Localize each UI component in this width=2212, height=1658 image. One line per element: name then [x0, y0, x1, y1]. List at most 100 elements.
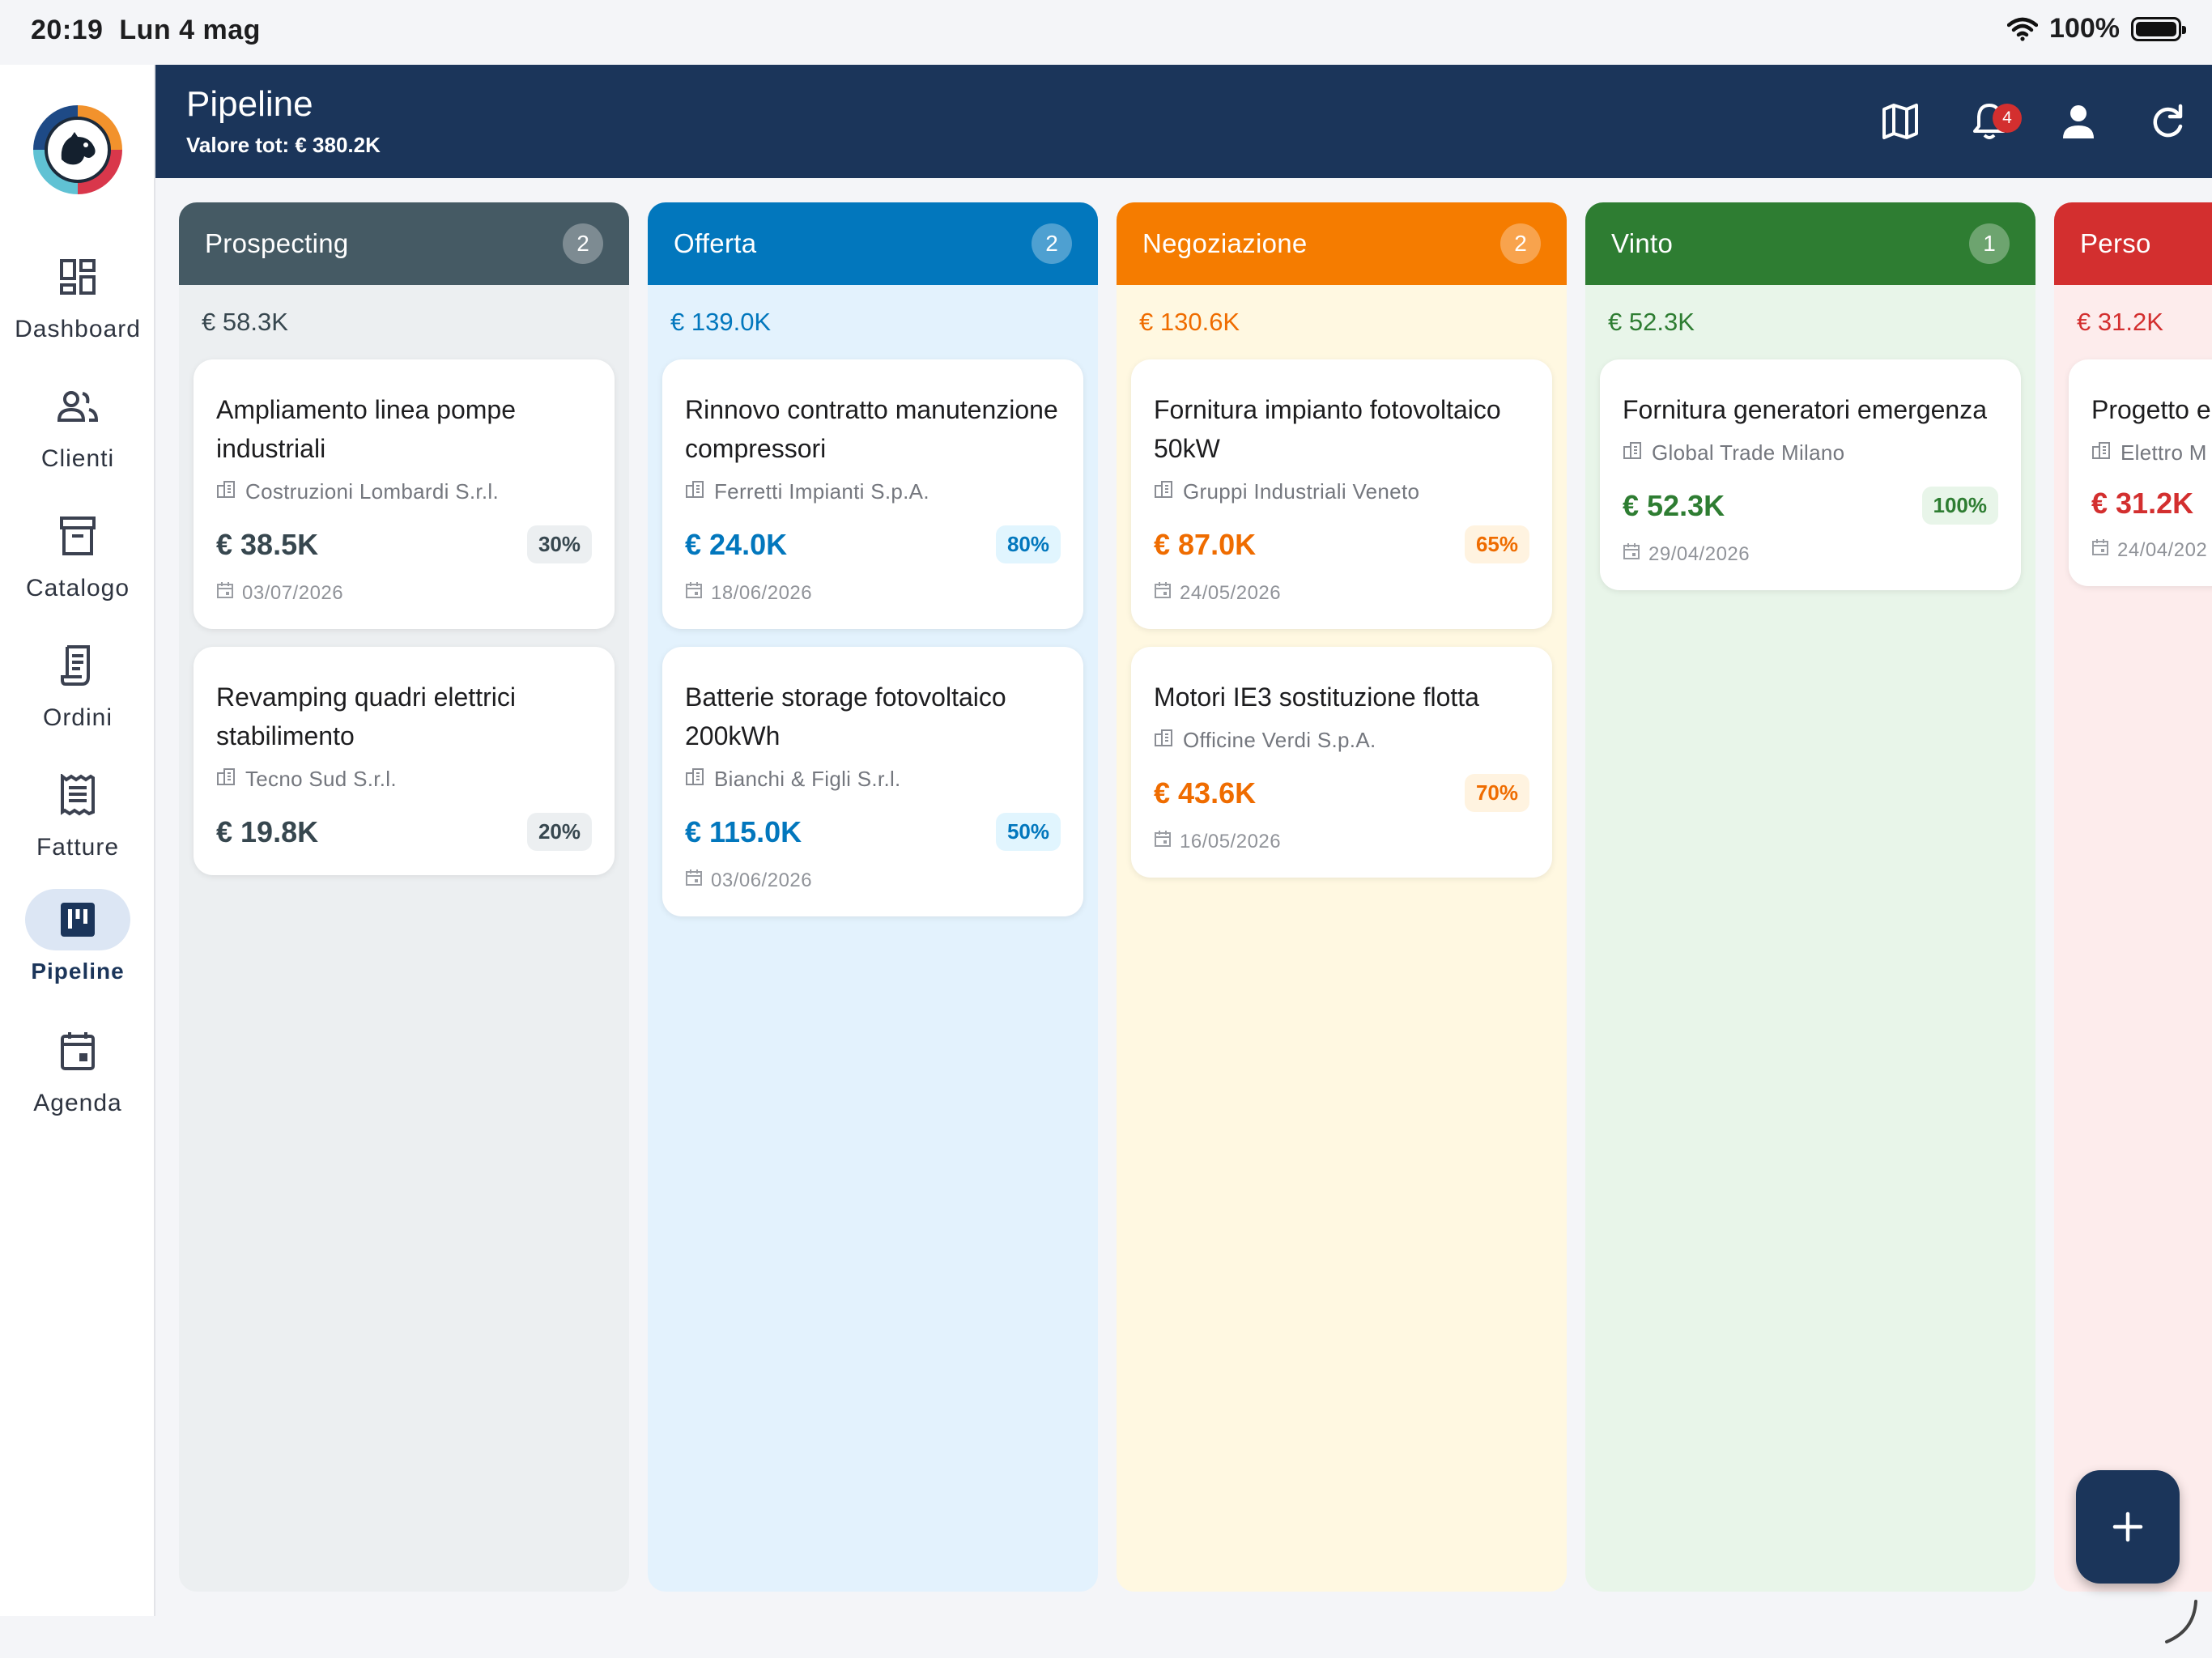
plus-icon [2112, 1511, 2143, 1542]
opportunity-card[interactable]: Rinnovo contratto manutenzione compresso… [662, 359, 1083, 629]
opportunity-card[interactable]: Progetto e magazzino Elettro M € 31.2K 24/0… [2069, 359, 2212, 586]
probability-chip: 50% [995, 813, 1061, 851]
column-vinto: Vinto 1 € 52.3K Fornitura generatori emerge… [1585, 202, 2035, 1592]
card-client: Global Trade Milano [1623, 440, 1998, 466]
card-client: Ferretti Impianti S.p.A. [685, 479, 1061, 504]
card-value-row: € 52.3K 100% [1623, 487, 1998, 525]
card-value: € 31.2K [2091, 487, 2194, 520]
home-indicator-area [0, 1600, 2212, 1658]
building-icon [1154, 728, 1173, 753]
status-time: 20:19 Lun 4 mag [31, 15, 261, 46]
sidebar-item-agenda[interactable]: Agenda [0, 1020, 155, 1133]
receipt-icon [25, 635, 130, 696]
sidebar-item-pipeline[interactable]: Pipeline [0, 889, 155, 1002]
column-header: Negoziazione 2 [1117, 202, 1567, 285]
sidebar-item-fatture[interactable]: Fatture [0, 764, 155, 878]
map-button[interactable] [1856, 77, 1945, 166]
sidebar-item-clienti[interactable]: Clienti [0, 376, 155, 489]
notifications-button[interactable]: 4 [1945, 77, 2034, 166]
calendar-small-icon [216, 581, 234, 605]
card-value-row: € 31.2K [2091, 487, 2212, 521]
opportunity-card[interactable]: Fornitura generatori emergenza Global Tra… [1600, 359, 2021, 590]
refresh-button[interactable] [2123, 77, 2212, 166]
card-date: 16/05/2026 [1154, 830, 1529, 853]
close-date: 18/06/2026 [711, 581, 813, 604]
client-name: Gruppi Industriali Veneto [1183, 479, 1420, 504]
calendar-icon [25, 1020, 130, 1082]
card-value: € 19.8K [216, 814, 319, 848]
column-count-badge: 1 [1969, 223, 2010, 264]
card-date: 18/06/2026 [685, 581, 1061, 605]
pipeline-board: Prospecting 2 € 58.3K Ampliamento linea pom… [155, 178, 2212, 1616]
client-name: Global Trade Milano [1652, 440, 1845, 465]
calendar-small-icon [685, 869, 703, 892]
sidebar-item-label: Fatture [36, 834, 120, 861]
card-client: Tecno Sud S.r.l. [216, 767, 592, 792]
app-bar: Pipeline Valore tot: € 380.2K 4 [155, 65, 2212, 178]
sidebar-item-catalogo[interactable]: Catalogo [0, 505, 155, 619]
building-icon [685, 479, 704, 504]
wifi-icon [2007, 17, 2039, 41]
probability-chip: 70% [1464, 774, 1529, 812]
page-title: Pipeline [186, 84, 313, 124]
card-value-row: € 19.8K 20% [216, 813, 592, 851]
building-icon [2091, 440, 2111, 466]
column-title: Negoziazione [1142, 228, 1308, 258]
column-count-badge: 2 [563, 223, 603, 264]
card-value: € 24.0K [685, 527, 788, 561]
calendar-small-icon [1154, 830, 1172, 853]
column-total: € 58.3K [202, 308, 288, 336]
map-icon [1882, 104, 1918, 139]
card-client: Officine Verdi S.p.A. [1154, 728, 1529, 753]
opportunity-card[interactable]: Motori IE3 sostituzione flotta Officine V… [1131, 647, 1552, 878]
card-value-row: € 87.0K 65% [1154, 525, 1529, 563]
card-value: € 38.5K [216, 527, 319, 561]
kanban-icon [25, 889, 130, 950]
probability-chip: 80% [995, 525, 1061, 563]
client-name: Tecno Sud S.r.l. [245, 767, 397, 791]
card-value-row: € 38.5K 30% [216, 525, 592, 563]
card-title: Progetto e magazzino [2091, 395, 2212, 424]
column-title: Perso [2080, 228, 2151, 258]
card-title: Ampliamento linea pompe industriali [216, 395, 516, 463]
column-total: € 31.2K [2077, 308, 2163, 336]
close-date: 24/05/2026 [1180, 581, 1282, 604]
opportunity-card[interactable]: Batterie storage fotovoltaico 200kWh Bian… [662, 647, 1083, 916]
add-opportunity-button[interactable] [2076, 1470, 2180, 1584]
card-date: 03/06/2026 [685, 869, 1061, 892]
people-icon [25, 376, 130, 437]
opportunity-card[interactable]: Revamping quadri elettrici stabilimento T… [194, 647, 615, 875]
column-total: € 139.0K [670, 308, 772, 336]
card-client: Gruppi Industriali Veneto [1154, 479, 1529, 504]
probability-chip: 100% [1921, 487, 1998, 525]
resize-handle-icon [2165, 1600, 2197, 1643]
client-name: Officine Verdi S.p.A. [1183, 728, 1376, 752]
opportunity-card[interactable]: Ampliamento linea pompe industriali Costr… [194, 359, 615, 629]
sidebar-item-ordini[interactable]: Ordini [0, 635, 155, 748]
opportunity-card[interactable]: Fornitura impianto fotovoltaico 50kW Grup… [1131, 359, 1552, 629]
calendar-small-icon [685, 581, 703, 605]
sidebar-item-dashboard[interactable]: Dashboard [0, 246, 155, 359]
card-value: € 87.0K [1154, 527, 1257, 561]
card-date: 03/07/2026 [216, 581, 592, 605]
status-date: Lun 4 mag [119, 15, 261, 45]
account-button[interactable] [2034, 77, 2123, 166]
card-list: Progetto e magazzino Elettro M € 31.2K 24/0… [2054, 359, 2212, 586]
client-name: Ferretti Impianti S.p.A. [714, 479, 929, 504]
card-date: 24/04/202 [2091, 538, 2212, 562]
card-value-row: € 43.6K 70% [1154, 774, 1529, 812]
calendar-small-icon [1623, 542, 1640, 566]
card-title: Fornitura impianto fotovoltaico 50kW [1154, 395, 1501, 463]
card-title: Rinnovo contratto manutenzione compresso… [685, 395, 1058, 463]
card-value-row: € 115.0K 50% [685, 813, 1061, 851]
column-count-badge: 2 [1500, 223, 1541, 264]
battery-percent: 100% [2049, 13, 2120, 44]
close-date: 16/05/2026 [1180, 830, 1282, 852]
card-client: Bianchi & Figli S.r.l. [685, 767, 1061, 792]
sidebar-item-label: Agenda [33, 1090, 122, 1116]
close-date: 24/04/202 [2117, 538, 2208, 561]
card-title: Motori IE3 sostituzione flotta [1154, 682, 1479, 712]
card-title: Fornitura generatori emergenza [1623, 395, 1988, 424]
probability-chip: 30% [526, 525, 592, 563]
sidebar-item-label: Ordini [42, 704, 113, 731]
